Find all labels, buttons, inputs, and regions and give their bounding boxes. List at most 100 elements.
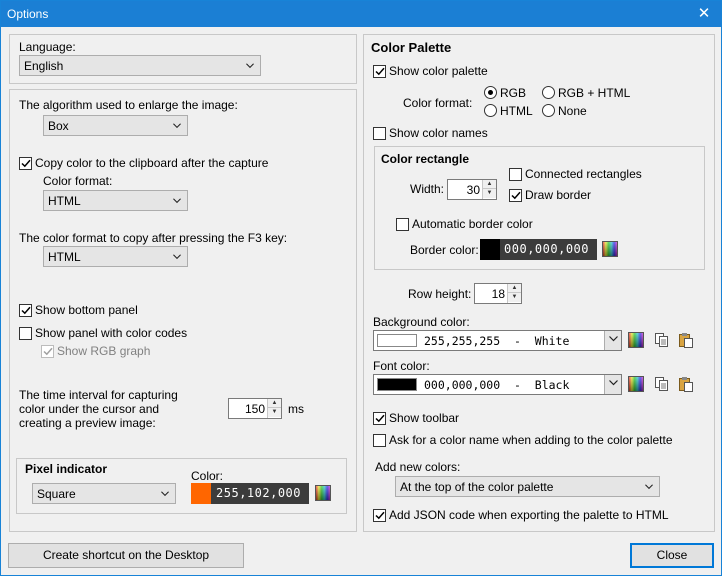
color-rectangle-group: Color rectangle Width: 30 ▲ ▼ Connected …: [374, 146, 705, 270]
chevron-down-icon: [161, 491, 169, 497]
palette-picker-icon[interactable]: [628, 376, 644, 392]
copy-icon[interactable]: [654, 376, 670, 392]
algorithm-select[interactable]: Box: [43, 115, 188, 136]
spin-down-button[interactable]: ▼: [483, 189, 496, 198]
pixel-color-text: 255,102,000: [216, 486, 301, 500]
add-new-colors-value: At the top of the color palette: [400, 480, 554, 494]
background-color-select[interactable]: 255,255,255 - White: [373, 330, 622, 351]
palette-picker-icon[interactable]: [315, 485, 331, 501]
chevron-down-icon: [173, 123, 181, 129]
show-palette-checkbox[interactable]: [373, 65, 386, 78]
interval-spinner[interactable]: 150 ▲ ▼: [228, 398, 282, 419]
format-html-radio[interactable]: [484, 104, 497, 117]
add-new-colors-label: Add new colors:: [375, 460, 461, 474]
checkmark-icon: [43, 347, 53, 356]
format-rgb-radio[interactable]: [484, 86, 497, 99]
interval-value: 150: [244, 402, 265, 416]
color-format-select[interactable]: HTML: [43, 190, 188, 211]
spinner-buttons: ▲ ▼: [267, 399, 281, 418]
border-color-label: Border color:: [410, 243, 479, 257]
palette-format-label: Color format:: [403, 96, 473, 110]
interval-label-line3: creating a preview image:: [19, 416, 156, 430]
spin-up-button[interactable]: ▲: [268, 399, 281, 408]
chevron-down-icon: [609, 380, 618, 386]
show-palette-label: Show color palette: [389, 64, 488, 78]
rect-width-spinner[interactable]: 30 ▲ ▼: [447, 179, 497, 200]
format-none-label: None: [558, 104, 587, 118]
connected-rect-checkbox[interactable]: [509, 168, 522, 181]
row-height-label: Row height:: [408, 287, 472, 301]
spinner-buttons: ▲ ▼: [507, 284, 521, 303]
show-color-codes-checkbox[interactable]: [19, 327, 32, 340]
title-bar: Options ✕: [1, 1, 721, 27]
checkmark-icon: [21, 306, 31, 315]
format-rgb-html-label: RGB + HTML: [558, 86, 631, 100]
spin-down-button[interactable]: ▼: [268, 408, 281, 417]
f3-format-select[interactable]: HTML: [43, 246, 188, 267]
font-color-label: Font color:: [373, 359, 430, 373]
close-icon: ✕: [697, 5, 711, 22]
pixel-shape-value: Square: [37, 487, 76, 501]
spin-up-button[interactable]: ▲: [483, 180, 496, 189]
format-rgb-html-radio[interactable]: [542, 86, 555, 99]
draw-border-checkbox[interactable]: [509, 189, 522, 202]
paste-icon[interactable]: [678, 332, 694, 348]
language-select[interactable]: English: [19, 55, 261, 76]
format-none-radio[interactable]: [542, 104, 555, 117]
color-palette-title: Color Palette: [371, 40, 452, 55]
show-bottom-panel-checkbox[interactable]: [19, 304, 32, 317]
pixel-color-value[interactable]: 255,102,000: [191, 483, 309, 504]
show-rgb-graph-checkbox[interactable]: [41, 345, 54, 358]
f3-format-value: HTML: [48, 250, 81, 264]
chevron-down-icon: [609, 336, 618, 342]
chevron-down-icon: [173, 198, 181, 204]
border-color-value[interactable]: 000,000,000: [480, 239, 597, 260]
ask-name-checkbox[interactable]: [373, 434, 386, 447]
show-names-checkbox[interactable]: [373, 127, 386, 140]
pixel-shape-select[interactable]: Square: [32, 483, 176, 504]
palette-picker-icon[interactable]: [602, 241, 618, 257]
dropdown-button[interactable]: [604, 375, 621, 394]
language-value: English: [24, 59, 64, 73]
copy-clipboard-checkbox[interactable]: [19, 157, 32, 170]
font-color-select[interactable]: 000,000,000 - Black: [373, 374, 622, 395]
checkmark-icon: [511, 191, 521, 200]
paste-icon[interactable]: [678, 376, 694, 392]
close-button[interactable]: Close: [630, 543, 714, 568]
add-new-colors-select[interactable]: At the top of the color palette: [395, 476, 660, 497]
spin-down-button[interactable]: ▼: [508, 293, 521, 302]
checkmark-icon: [21, 159, 31, 168]
show-toolbar-checkbox[interactable]: [373, 412, 386, 425]
show-bottom-panel-label: Show bottom panel: [35, 303, 138, 317]
radio-dot: [488, 90, 493, 95]
chevron-down-icon: [246, 63, 254, 69]
border-color-swatch: [480, 239, 500, 260]
background-color-value: 255,255,255 - White: [424, 334, 570, 348]
row-height-spinner[interactable]: 18 ▲ ▼: [474, 283, 522, 304]
pixel-indicator-title: Pixel indicator: [25, 462, 108, 476]
spin-up-button[interactable]: ▲: [508, 284, 521, 293]
f3-format-label: The color format to copy after pressing …: [19, 231, 288, 245]
dropdown-button[interactable]: [604, 331, 621, 350]
border-color-text: 000,000,000: [504, 242, 589, 256]
font-color-value: 000,000,000 - Black: [424, 378, 570, 392]
pixel-indicator-group: Pixel indicator Square Color: 255,102,00…: [16, 458, 347, 514]
format-html-label: HTML: [500, 104, 533, 118]
close-window-button[interactable]: ✕: [687, 1, 721, 27]
algorithm-value: Box: [48, 119, 69, 133]
create-shortcut-button[interactable]: Create shortcut on the Desktop: [8, 543, 244, 568]
auto-border-checkbox[interactable]: [396, 218, 409, 231]
color-rectangle-title: Color rectangle: [381, 152, 470, 166]
show-rgb-graph-label: Show RGB graph: [57, 344, 151, 358]
language-panel: Language: English: [9, 34, 357, 84]
auto-border-label: Automatic border color: [412, 217, 533, 231]
interval-label-line2: color under the cursor and: [19, 402, 160, 416]
json-export-checkbox[interactable]: [373, 509, 386, 522]
format-rgb-label: RGB: [500, 86, 527, 100]
checkmark-icon: [375, 414, 385, 423]
palette-picker-icon[interactable]: [628, 332, 644, 348]
row-height-value: 18: [491, 287, 505, 301]
capture-settings-panel: The algorithm used to enlarge the image:…: [9, 89, 357, 532]
font-color-swatch: [377, 378, 417, 391]
copy-icon[interactable]: [654, 332, 670, 348]
